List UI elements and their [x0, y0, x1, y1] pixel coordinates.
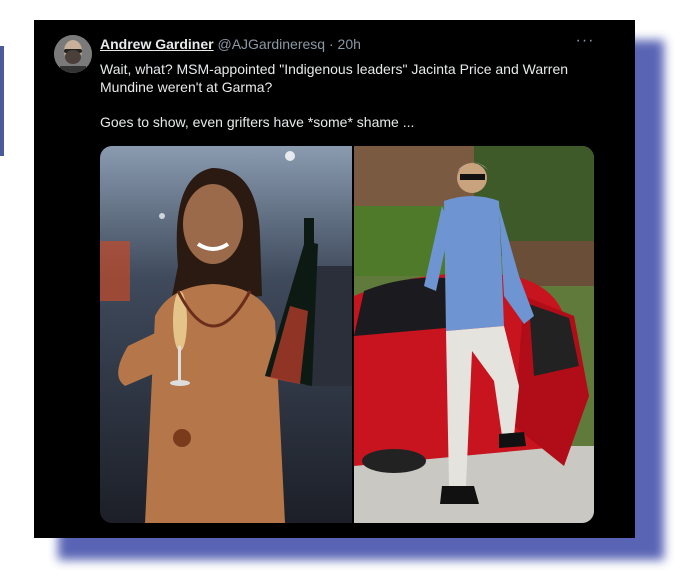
photo-man-with-red-sports-car[interactable] [354, 146, 594, 523]
timestamp[interactable]: 20h [338, 36, 361, 52]
tweet-text: Wait, what? MSM-appointed "Indigenous le… [100, 60, 610, 148]
tweet-text-line: Goes to show, even grifters have *some* … [100, 114, 415, 130]
author-handle[interactable]: @AJGardineresq [217, 36, 325, 52]
frame-edge-decoration [0, 46, 4, 156]
separator-dot: · [328, 36, 334, 52]
avatar[interactable] [54, 35, 92, 73]
tweet-media[interactable] [100, 146, 594, 523]
author-name[interactable]: Andrew Gardiner [100, 36, 214, 52]
more-horizontal-icon[interactable]: ··· [575, 32, 595, 50]
photo-woman-holding-champagne[interactable] [100, 146, 352, 523]
tweet-header: Andrew Gardiner @AJGardineresq · 20h [100, 36, 361, 52]
tweet-card[interactable]: Andrew Gardiner @AJGardineresq · 20h ···… [34, 20, 635, 538]
tweet-text-line: Wait, what? MSM-appointed "Indigenous le… [100, 61, 569, 95]
